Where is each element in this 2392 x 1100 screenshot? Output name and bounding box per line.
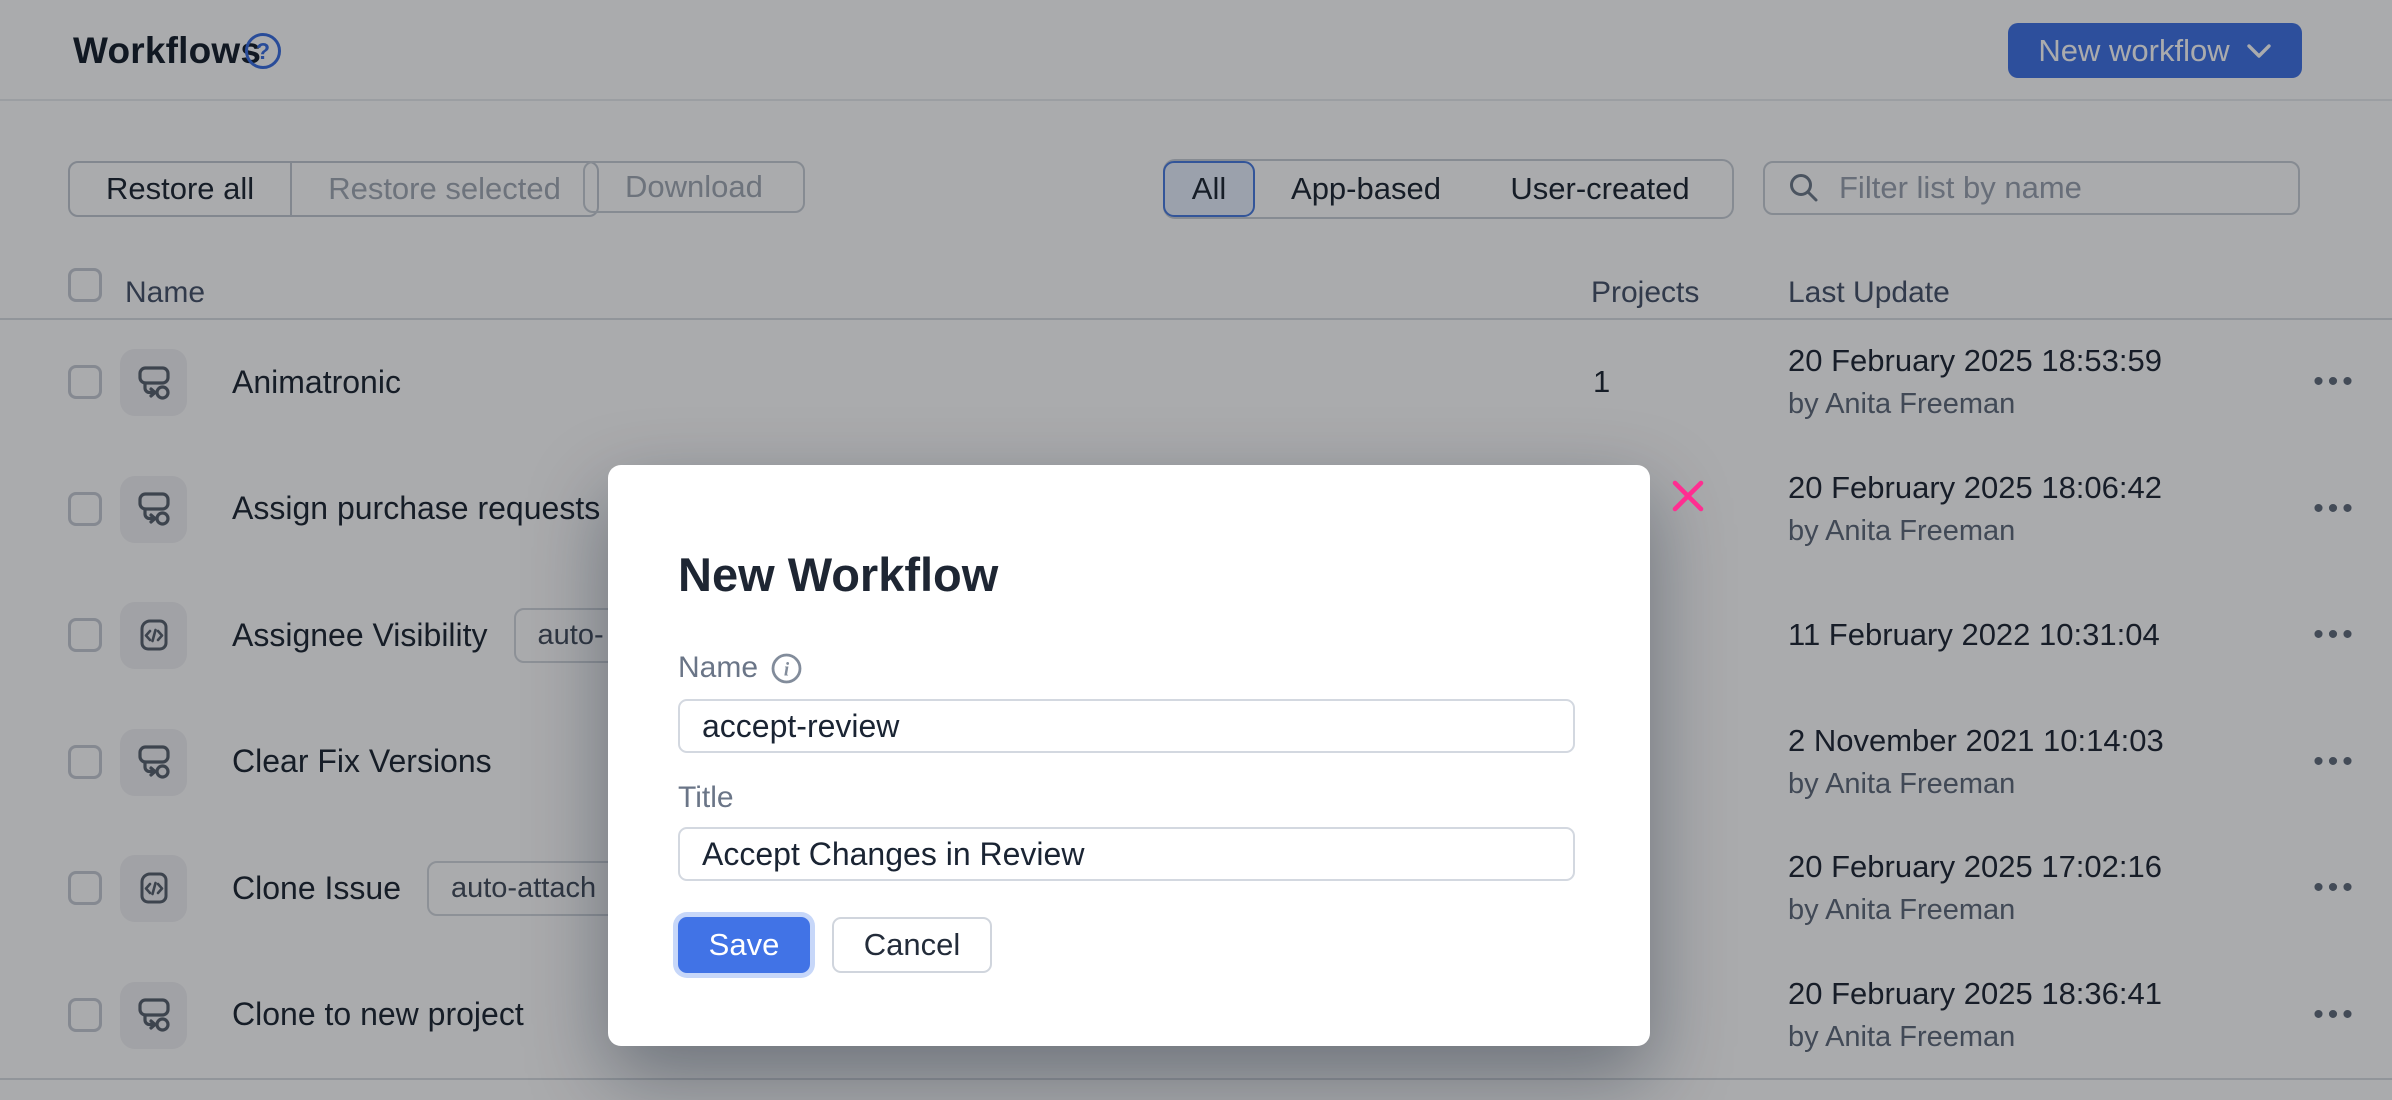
close-icon[interactable] — [1666, 474, 1710, 518]
title-field[interactable] — [678, 827, 1575, 881]
save-button[interactable]: Save — [678, 917, 810, 973]
info-icon[interactable]: i — [770, 652, 803, 685]
name-field[interactable] — [678, 699, 1575, 753]
svg-text:i: i — [784, 659, 790, 680]
modal-title: New Workflow — [678, 547, 998, 602]
name-field-label: Name i — [678, 651, 803, 685]
cancel-button[interactable]: Cancel — [832, 917, 992, 973]
new-workflow-modal: New Workflow Name i Title Save Cancel — [608, 465, 1650, 1046]
title-field-label: Title — [678, 781, 734, 815]
workflows-page: Workflows ? New workflow Restore all Res… — [0, 0, 2392, 1100]
